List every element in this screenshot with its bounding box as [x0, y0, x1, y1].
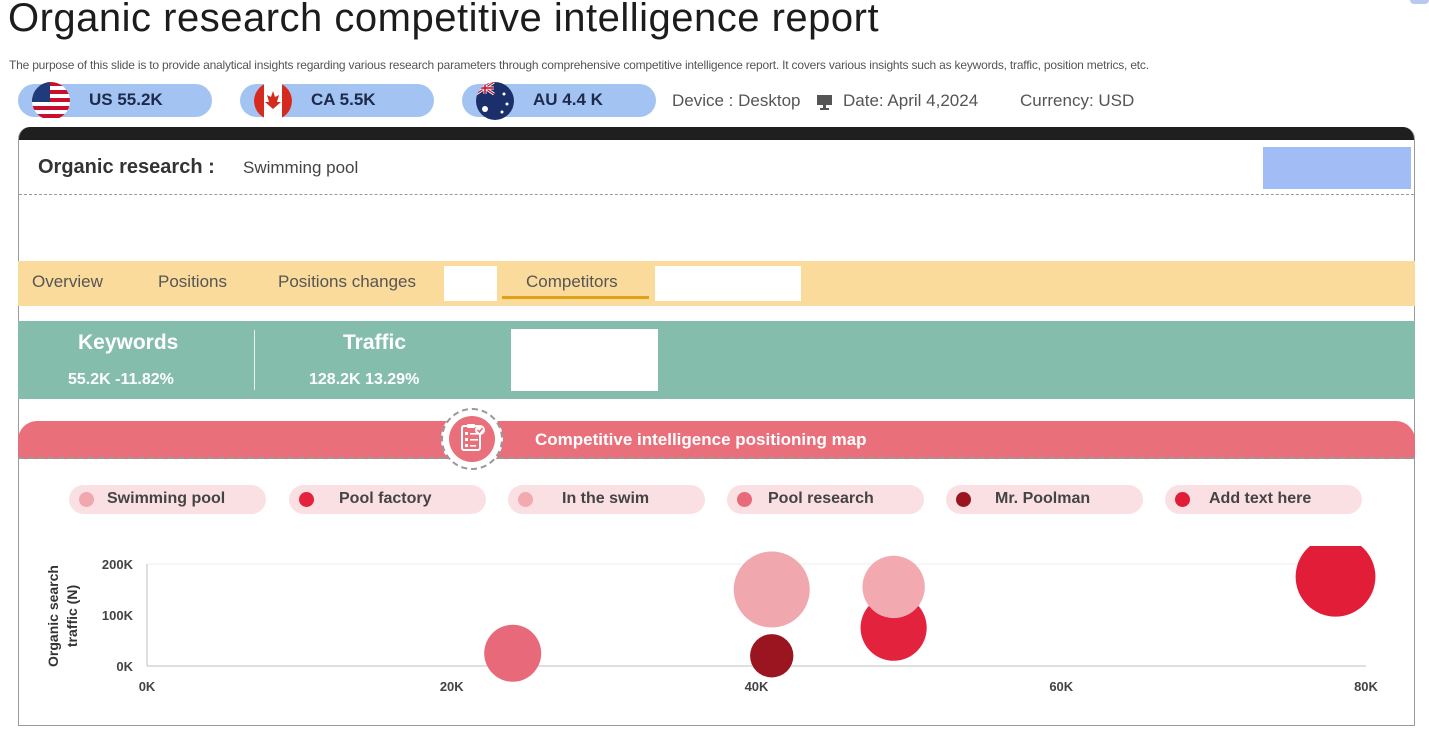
country-label-ca: CA 5.5K [311, 90, 376, 109]
legend-dot [79, 492, 94, 507]
legend-item[interactable]: In the swim [508, 485, 705, 514]
page-title: Organic research competitive intelligenc… [8, 0, 880, 40]
organic-research-value[interactable]: Swimming pool [243, 158, 358, 178]
tab-bar: Overview Positions Positions changes Com… [18, 261, 1415, 306]
legend-dot [956, 492, 971, 507]
metrics-divider [254, 330, 255, 390]
legend-label: Mr. Poolman [995, 490, 1091, 507]
currency-label: Currency: USD [1020, 91, 1135, 110]
date-label: Date: April 4,2024 [843, 91, 979, 110]
organic-research-row: Organic research : Swimming pool [19, 140, 1414, 195]
legend-item[interactable]: Mr. Poolman [946, 485, 1143, 514]
positioning-map-title: Competitive intelligence positioning map [535, 430, 867, 449]
keywords-title: Keywords [78, 331, 179, 354]
corner-decoration [1410, 0, 1429, 4]
placeholder-box [1263, 147, 1411, 189]
metric-placeholder [511, 329, 658, 391]
legend-label: Pool factory [339, 490, 432, 507]
us-flag-icon [32, 82, 70, 120]
tab-overview[interactable]: Overview [32, 272, 103, 292]
country-pill-ca[interactable]: CA 5.5K [240, 82, 434, 120]
checklist-icon [449, 416, 495, 462]
country-pill-au[interactable]: AU 4.4 K [462, 82, 656, 120]
legend-item[interactable]: Pool research [727, 485, 924, 514]
country-label-au: AU 4.4 K [533, 90, 603, 109]
monitor-icon [817, 95, 832, 110]
tab-placeholder [444, 266, 497, 301]
traffic-title: Traffic [343, 331, 407, 354]
page-subtitle: The purpose of this slide is to provide … [9, 58, 1149, 72]
metrics-bar: Keywords 55.2K -11.82% Traffic 128.2K 13… [18, 321, 1415, 399]
active-tab-indicator [502, 296, 649, 299]
tab-positions-changes[interactable]: Positions changes [278, 272, 416, 292]
tab-competitors[interactable]: Competitors [526, 272, 618, 292]
keywords-value: 55.2K -11.82% [68, 371, 174, 388]
positioning-map-header: Competitive intelligence positioning map [18, 421, 1415, 459]
legend-item[interactable]: Add text here [1165, 485, 1362, 514]
tab-positions[interactable]: Positions [158, 272, 227, 292]
legend-dot [299, 492, 314, 507]
canada-flag-icon [254, 82, 292, 120]
legend-dot [1175, 492, 1190, 507]
legend-label: Add text here [1209, 490, 1312, 507]
legend-dot [737, 492, 752, 507]
australia-flag-icon [476, 82, 514, 120]
device-label: Device : Desktop [672, 91, 801, 110]
country-label-us: US 55.2K [89, 90, 163, 109]
legend-label: In the swim [562, 490, 650, 507]
legend-label: Pool research [768, 490, 874, 507]
legend-item[interactable]: Swimming pool [69, 485, 266, 514]
card-header-bar [19, 127, 1414, 140]
legend-dot [518, 492, 533, 507]
legend-item[interactable]: Pool factory [289, 485, 486, 514]
traffic-value: 128.2K 13.29% [309, 371, 420, 388]
legend-label: Swimming pool [107, 490, 226, 507]
country-pill-us[interactable]: US 55.2K [18, 82, 212, 120]
checklist-icon-badge [441, 408, 503, 470]
tab-placeholder [655, 266, 801, 301]
organic-research-label: Organic research : [38, 156, 215, 178]
